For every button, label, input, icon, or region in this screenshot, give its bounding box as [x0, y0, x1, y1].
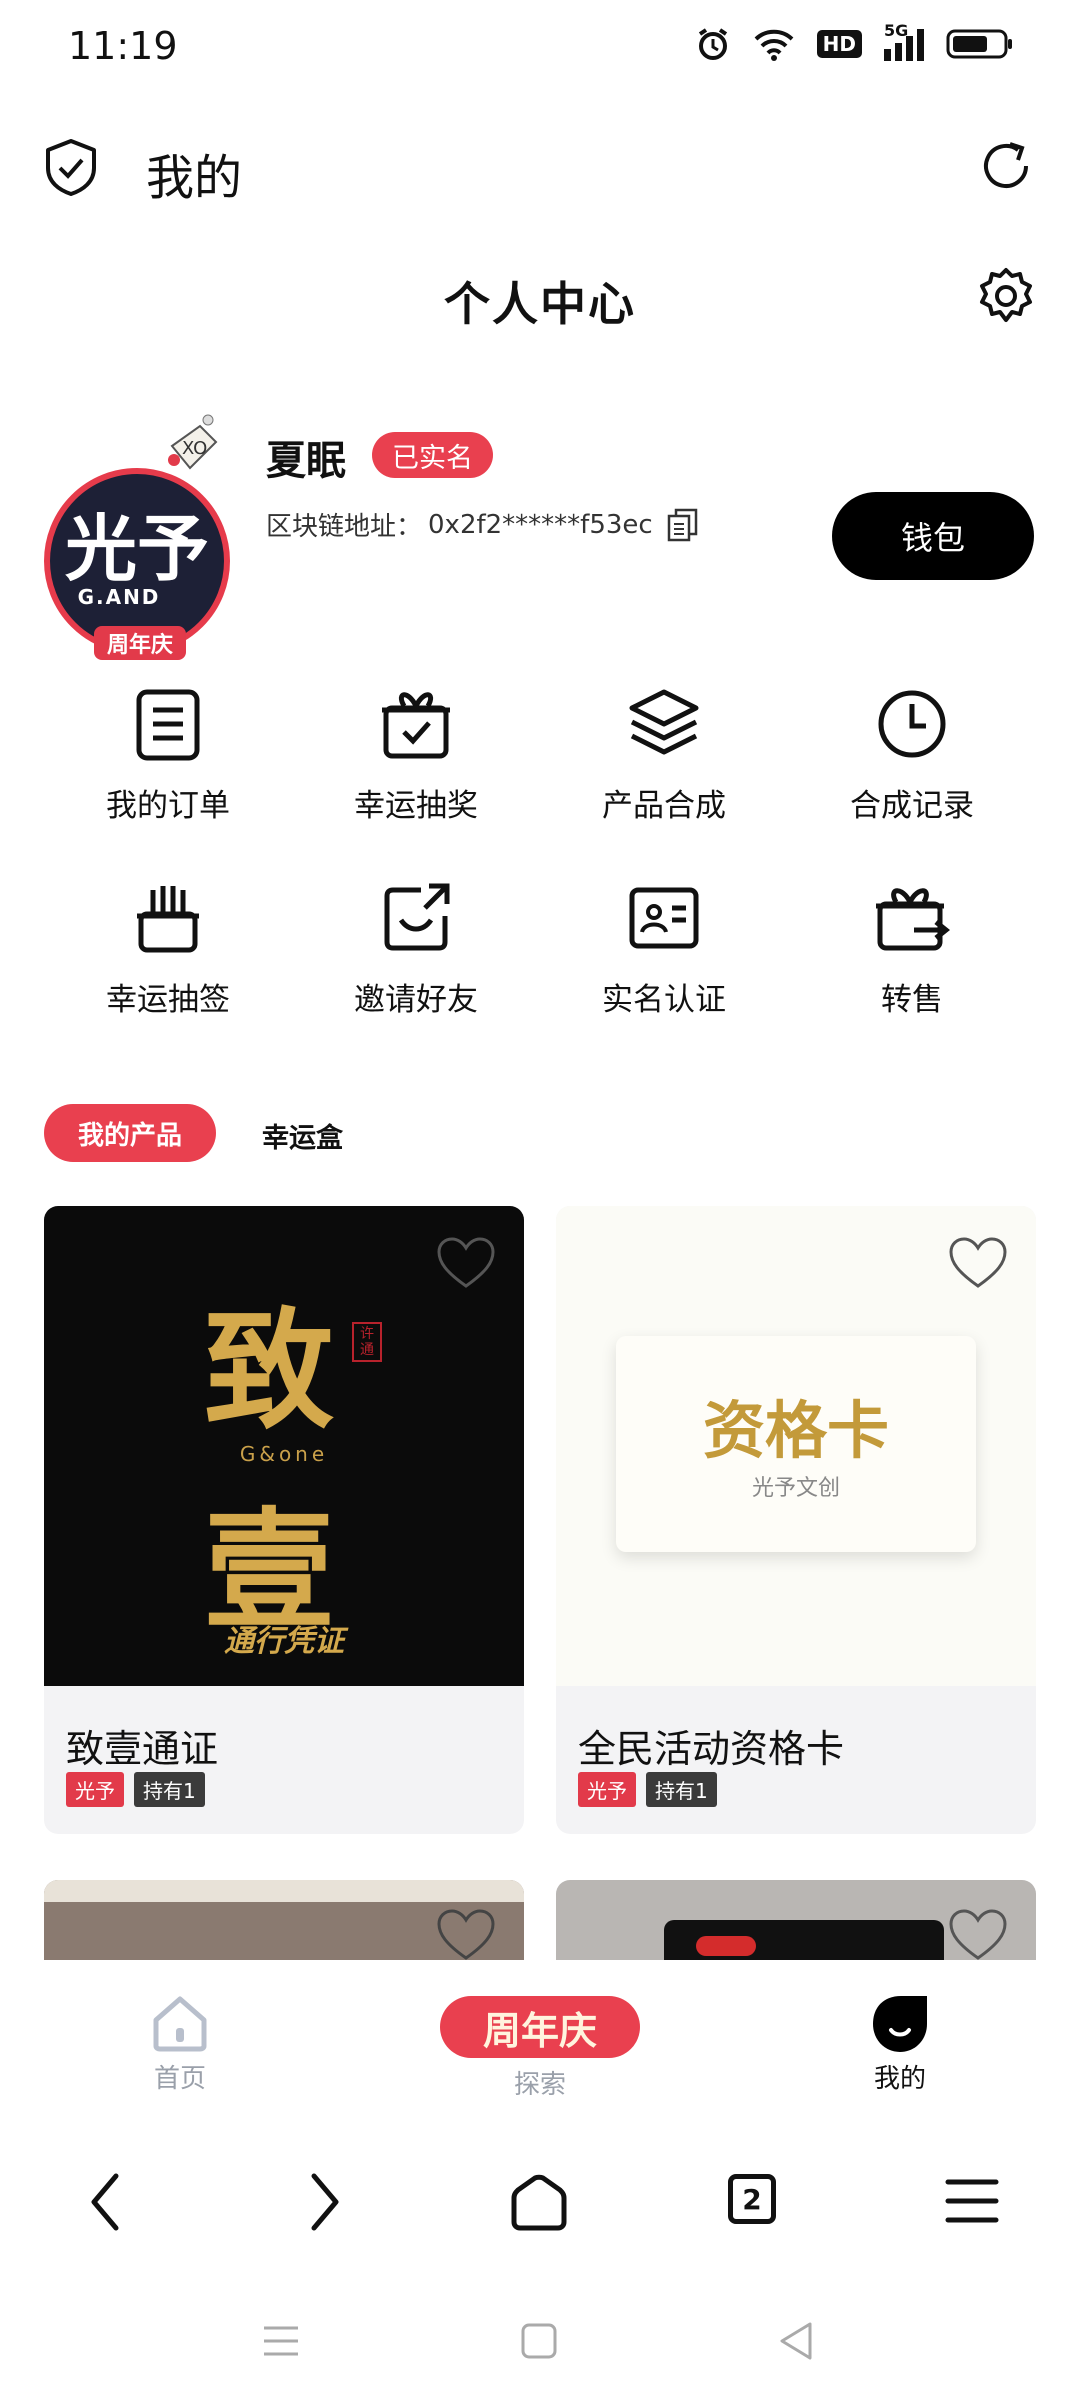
product-title: 全民活动资格卡: [578, 1727, 845, 1771]
system-back-icon[interactable]: [776, 2320, 816, 2362]
username: 夏眠: [266, 438, 346, 484]
mine-face-icon: [873, 1996, 927, 2052]
home-icon: [153, 1996, 207, 2052]
chain-address-label: 区块链地址：: [266, 512, 423, 542]
menu-label: 幸运抽奖: [354, 788, 478, 824]
id-card-icon: [629, 887, 699, 949]
wallet-button[interactable]: 钱包: [832, 492, 1034, 580]
menu-label: 转售: [881, 982, 943, 1018]
art-caption: 通行凭证: [224, 1624, 344, 1659]
avatar-logo-text: 光予: [64, 506, 209, 591]
status-time: 11:19: [68, 24, 178, 68]
copy-icon[interactable]: [665, 507, 701, 543]
clock-icon: [878, 690, 946, 758]
menu-lucky-lottery[interactable]: 幸运抽签: [48, 880, 288, 1019]
art-card-title: 资格卡: [702, 1394, 889, 1467]
menu-label: 实名认证: [602, 982, 726, 1018]
product-image: 资格卡 光予文创: [556, 1206, 1036, 1686]
product-card-partial[interactable]: [44, 1880, 524, 1960]
product-image: 致 许通 G&one 壹 通行凭证: [44, 1206, 524, 1686]
back-arrow-icon[interactable]: [84, 2170, 128, 2234]
svg-text:XO: XO: [182, 438, 207, 459]
chain-address-row: 区块链地址： 0x2f2******f53ec: [266, 506, 701, 543]
chain-address-value: 0x2f2******f53ec: [428, 509, 653, 540]
heart-icon[interactable]: [436, 1908, 496, 1960]
tab-label: 首页: [153, 2064, 206, 2094]
recent-apps-icon[interactable]: [262, 2322, 300, 2360]
held-tag: 持有1: [134, 1772, 205, 1807]
heart-icon[interactable]: [948, 1908, 1008, 1960]
invite-icon: [384, 883, 450, 951]
avatar-decoration-icon: XO: [168, 414, 218, 470]
product-tags: 光予 持有1: [66, 1772, 205, 1807]
gift-icon: [382, 692, 450, 759]
tab-home[interactable]: 首页: [120, 1994, 240, 2095]
hd-icon: HD: [816, 30, 862, 58]
page-title: 个人中心: [444, 277, 636, 331]
menu-label: 我的订单: [106, 788, 230, 824]
product-tags: 光予 持有1: [578, 1772, 717, 1807]
bottom-tab-bar: 首页 周年庆 探索 我的: [0, 1960, 1080, 2110]
network-label: 5G: [884, 21, 909, 40]
menu-resale[interactable]: 转售: [792, 880, 1032, 1019]
heart-icon[interactable]: [948, 1236, 1008, 1290]
tab-lucky-box[interactable]: 幸运盒: [262, 1116, 343, 1155]
lottery-icon: [137, 886, 199, 953]
system-nav-bar: [0, 2290, 1080, 2408]
battery-icon: [946, 29, 1012, 59]
settings-gear-icon[interactable]: [976, 266, 1036, 326]
avatar-logo-sub: G.AND: [77, 585, 161, 609]
product-card[interactable]: 致 许通 G&one 壹 通行凭证 致壹通证 光予 持有1: [44, 1206, 524, 1834]
menu-my-orders[interactable]: 我的订单: [48, 686, 288, 825]
header-title: 我的: [146, 150, 243, 206]
product-card-partial[interactable]: [556, 1880, 1036, 1960]
held-tag: 持有1: [646, 1772, 717, 1807]
art-char-top: 致: [204, 1294, 335, 1447]
heart-icon[interactable]: [436, 1236, 496, 1290]
shield-check-icon[interactable]: [44, 138, 98, 196]
wifi-icon: [754, 29, 794, 61]
avatar-anniversary-tag: 周年庆: [94, 626, 186, 660]
art-card-subtitle: 光予文创: [751, 1476, 840, 1501]
art-card-frame: 资格卡 光予文创: [616, 1336, 976, 1552]
product-title: 致壹通证: [66, 1727, 219, 1771]
menu-compose-records[interactable]: 合成记录: [792, 686, 1032, 825]
layers-icon: [629, 689, 699, 755]
verified-badge: 已实名: [372, 432, 493, 478]
product-card[interactable]: 资格卡 光予文创 全民活动资格卡 光予 持有1: [556, 1206, 1036, 1834]
brand-tag: 光予: [66, 1772, 124, 1807]
order-list-icon: [136, 689, 200, 761]
tabs-count: 2: [742, 2182, 762, 2216]
tab-label: 探索: [513, 2070, 566, 2100]
menu-invite-friends[interactable]: 邀请好友: [296, 880, 536, 1019]
art-seal: 许通: [352, 1322, 382, 1362]
menu-label: 幸运抽签: [106, 982, 230, 1018]
anniversary-promo-badge: 周年庆: [440, 1996, 640, 2058]
forward-arrow-icon[interactable]: [302, 2170, 346, 2234]
brand-tag: 光予: [578, 1772, 636, 1807]
art-subtitle: G&one: [239, 1442, 329, 1466]
browser-nav-bar: 2: [0, 2130, 1080, 2280]
menu-label: 合成记录: [850, 788, 974, 824]
menu-label: 产品合成: [602, 788, 726, 824]
system-home-icon[interactable]: [520, 2322, 558, 2360]
tabs-count-button[interactable]: 2: [728, 2174, 776, 2224]
signal-icon: 5G: [884, 21, 924, 61]
home-nav-icon[interactable]: [508, 2172, 570, 2234]
tab-label: 我的: [873, 2064, 926, 2094]
menu-product-compose[interactable]: 产品合成: [544, 686, 784, 825]
menu-lucky-draw[interactable]: 幸运抽奖: [296, 686, 536, 825]
menu-icon[interactable]: [944, 2176, 1000, 2226]
tab-my-products[interactable]: 我的产品: [44, 1104, 216, 1162]
menu-label: 邀请好友: [354, 982, 478, 1018]
resale-icon: [876, 888, 950, 951]
alarm-icon: [698, 28, 727, 60]
refresh-icon[interactable]: [978, 138, 1034, 194]
tab-mine[interactable]: 我的: [840, 1994, 960, 2095]
tab-explore[interactable]: 周年庆 探索: [438, 1996, 642, 2101]
menu-real-name-auth[interactable]: 实名认证: [544, 880, 784, 1019]
status-icons: HD 5G: [695, 21, 1014, 62]
